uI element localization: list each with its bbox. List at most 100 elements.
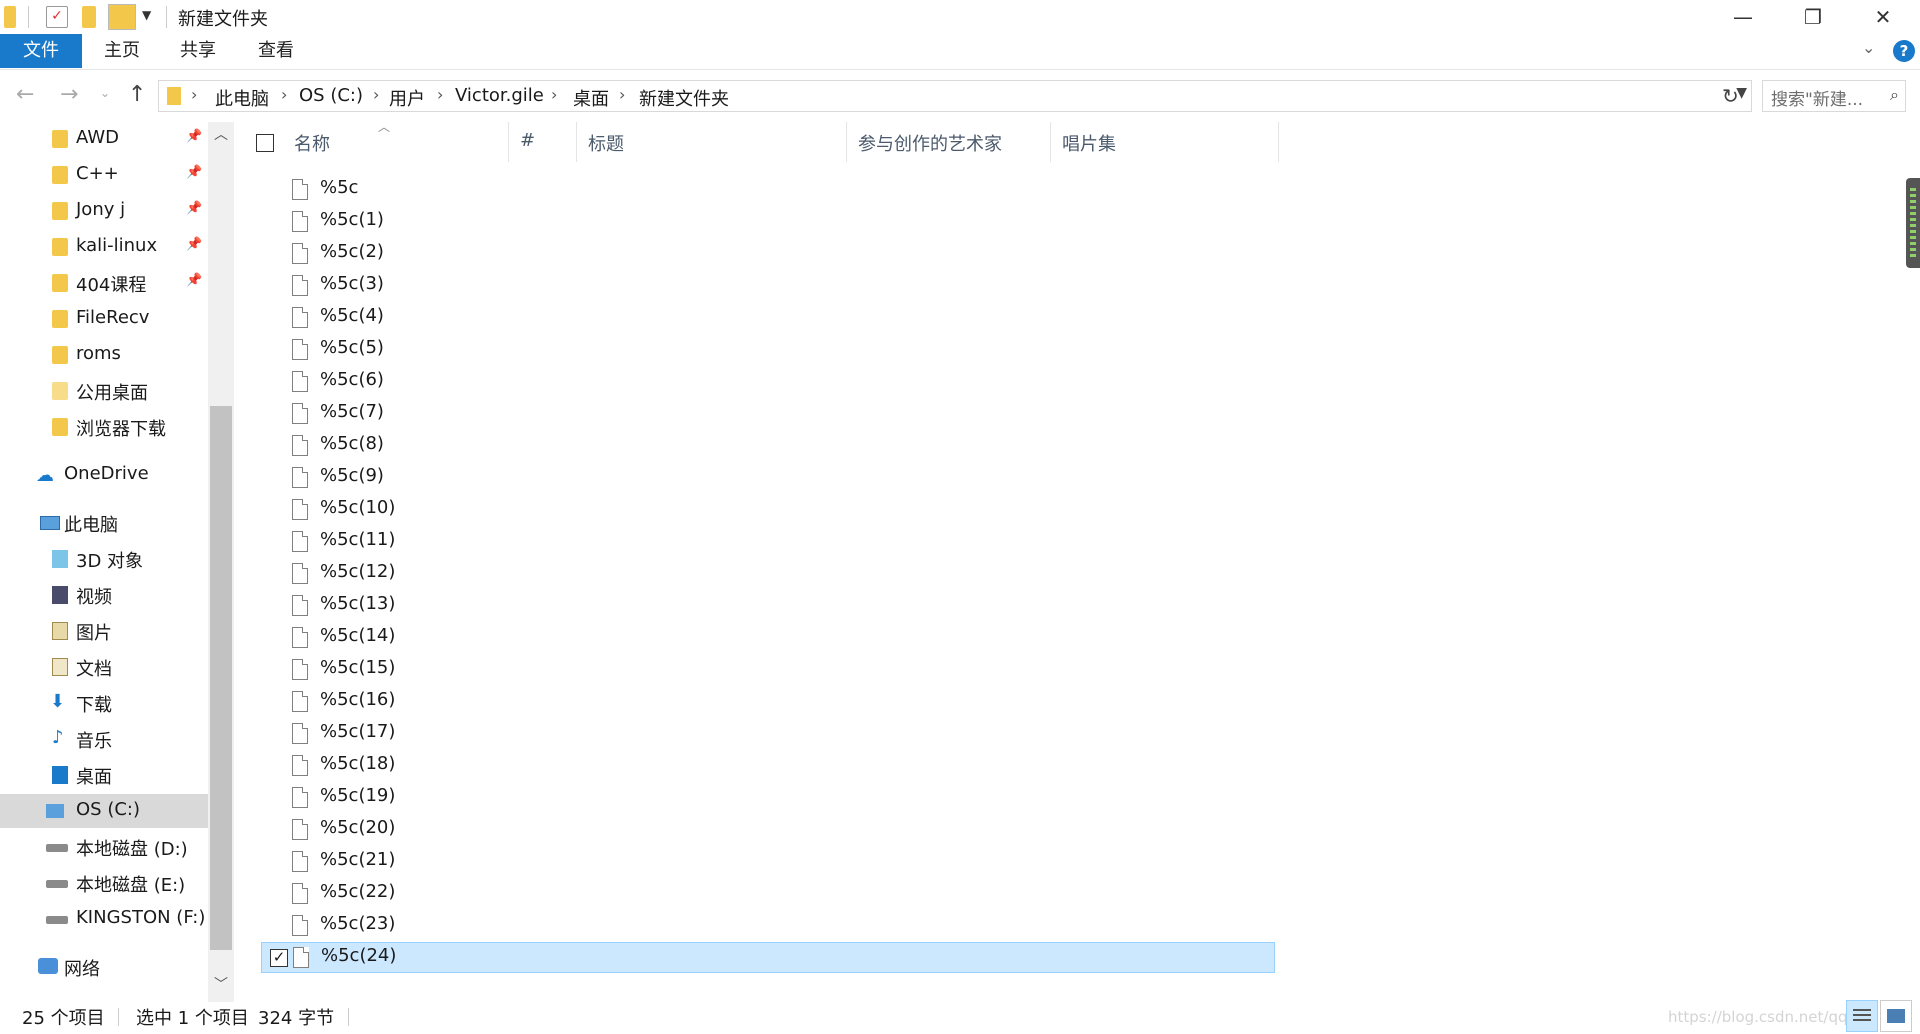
pin-icon[interactable]: 📌 (186, 201, 202, 216)
column-divider[interactable] (1278, 122, 1279, 162)
list-item[interactable]: %5c(9) (260, 462, 1274, 493)
column-divider[interactable] (576, 122, 577, 162)
recent-dropdown-icon[interactable]: ⌄ (100, 86, 110, 100)
quick-access-dropdown-icon[interactable]: ▼ (142, 8, 151, 22)
tab-view[interactable]: 查看 (250, 34, 302, 68)
sidebar-item-jony-j[interactable]: Jony j 📌 (0, 194, 208, 228)
list-item[interactable]: %5c(5) (260, 334, 1274, 365)
breadcrumb-drive[interactable]: OS (C:) (299, 85, 363, 106)
refresh-icon[interactable]: ↻ (1722, 84, 1739, 108)
list-item[interactable]: %5c(19) (260, 782, 1274, 813)
column-album[interactable]: 唱片集 (1062, 130, 1116, 156)
sidebar-item-drive-d[interactable]: 本地磁盘 (D:) (0, 830, 208, 864)
chevron-down-icon[interactable]: ⌄ (1862, 38, 1875, 57)
sidebar-item-this-pc[interactable]: 此电脑 (0, 506, 208, 540)
sidebar-item-videos[interactable]: 视频 (0, 578, 208, 612)
chevron-right-icon[interactable]: › (437, 85, 443, 104)
list-item[interactable]: %5c(11) (260, 526, 1274, 557)
breadcrumb-this-pc[interactable]: 此电脑 (215, 85, 269, 111)
list-item[interactable]: %5c(3) (260, 270, 1274, 301)
sidebar-item-browser-downloads[interactable]: 浏览器下载 (0, 410, 208, 444)
scroll-up-icon[interactable]: ︿ (214, 124, 228, 144)
list-item[interactable]: %5c(8) (260, 430, 1274, 461)
pin-icon[interactable]: 📌 (186, 273, 202, 288)
search-box[interactable]: 搜索"新建... ⌕ (1762, 80, 1906, 112)
content-scroll-indicator[interactable] (1906, 178, 1920, 268)
list-item[interactable]: %5c(15) (260, 654, 1274, 685)
tab-home[interactable]: 主页 (96, 34, 148, 68)
breadcrumb-current[interactable]: 新建文件夹 (639, 85, 729, 111)
pin-icon[interactable]: 📌 (186, 165, 202, 180)
breadcrumb-user[interactable]: Victor.gile (455, 85, 544, 106)
sidebar-item-onedrive[interactable]: ☁ OneDrive (0, 458, 208, 492)
breadcrumb-users[interactable]: 用户 (389, 85, 425, 111)
address-bar[interactable]: › 此电脑 › OS (C:) › 用户 › Victor.gile › 桌面 … (158, 80, 1752, 112)
details-view-button[interactable] (1846, 1000, 1878, 1032)
column-track-number[interactable]: # (520, 130, 535, 151)
search-placeholder[interactable]: 搜索"新建... (1771, 85, 1863, 110)
list-item[interactable]: %5c(12) (260, 558, 1274, 589)
column-divider[interactable] (1050, 122, 1051, 162)
list-item[interactable]: %5c(13) (260, 590, 1274, 621)
column-divider[interactable] (508, 122, 509, 162)
sidebar-item-drive-f[interactable]: KINGSTON (F:) (0, 902, 208, 936)
minimize-button[interactable]: — (1708, 0, 1778, 34)
restore-button[interactable]: ❐ (1778, 0, 1848, 34)
sidebar-item-3d-objects[interactable]: 3D 对象 (0, 542, 208, 576)
list-item[interactable]: %5c(20) (260, 814, 1274, 845)
list-item[interactable]: %5c(18) (260, 750, 1274, 781)
scroll-thumb[interactable] (210, 406, 232, 950)
list-item[interactable]: %5c(2) (260, 238, 1274, 269)
tab-file[interactable]: 文件 (0, 34, 82, 68)
sidebar-item-pictures[interactable]: 图片 (0, 614, 208, 648)
list-item[interactable]: %5c(21) (260, 846, 1274, 877)
list-item[interactable]: %5c(6) (260, 366, 1274, 397)
list-item[interactable]: %5c(7) (260, 398, 1274, 429)
sidebar-item-network[interactable]: 网络 (0, 950, 208, 984)
scroll-down-icon[interactable]: ﹀ (214, 974, 228, 994)
list-item[interactable]: %5c(17) (260, 718, 1274, 749)
tab-share[interactable]: 共享 (172, 34, 224, 68)
column-name[interactable]: 名称 (294, 130, 330, 156)
list-item[interactable]: %5c(14) (260, 622, 1274, 653)
sidebar-item-awd[interactable]: AWD 📌 (0, 122, 208, 156)
list-item-selected[interactable]: ✓ %5c(24) (261, 942, 1275, 973)
properties-icon[interactable]: ✓ (46, 6, 68, 28)
list-item[interactable]: %5c(22) (260, 878, 1274, 909)
sidebar-item-drive-e[interactable]: 本地磁盘 (E:) (0, 866, 208, 900)
row-checkbox-checked[interactable]: ✓ (270, 949, 288, 967)
list-item[interactable]: %5c(1) (260, 206, 1274, 237)
column-divider[interactable] (846, 122, 847, 162)
back-arrow-icon[interactable]: ← (16, 82, 34, 107)
list-item[interactable]: %5c(4) (260, 302, 1274, 333)
sidebar-item-downloads[interactable]: ⬇ 下载 (0, 686, 208, 720)
customize-icon[interactable] (108, 4, 136, 30)
sidebar-item-cpp[interactable]: C++ 📌 (0, 158, 208, 192)
sidebar-item-kali-linux[interactable]: kali-linux 📌 (0, 230, 208, 264)
column-title[interactable]: 标题 (588, 130, 624, 156)
list-item[interactable]: %5c (260, 174, 1274, 205)
chevron-right-icon[interactable]: › (373, 85, 379, 104)
new-folder-icon[interactable] (82, 6, 96, 28)
up-arrow-icon[interactable]: ↑ (128, 82, 146, 107)
sidebar-item-desktop[interactable]: 桌面 (0, 758, 208, 792)
sidebar-item-drive-c[interactable]: OS (C:) (0, 794, 208, 828)
list-item[interactable]: %5c(10) (260, 494, 1274, 525)
sidebar-item-public-desktop[interactable]: 公用桌面 (0, 374, 208, 408)
sidebar-scrollbar[interactable]: ︿ ﹀ (208, 122, 234, 1002)
list-item[interactable]: %5c(23) (260, 910, 1274, 941)
column-artist[interactable]: 参与创作的艺术家 (858, 130, 1002, 156)
help-icon[interactable]: ? (1893, 40, 1915, 62)
chevron-right-icon[interactable]: › (551, 85, 557, 104)
close-button[interactable]: ✕ (1848, 0, 1918, 34)
forward-arrow-icon[interactable]: → (60, 82, 78, 107)
pin-icon[interactable]: 📌 (186, 237, 202, 252)
select-all-checkbox[interactable] (256, 134, 274, 152)
breadcrumb-desktop[interactable]: 桌面 (573, 85, 609, 111)
sidebar-item-music[interactable]: ♪ 音乐 (0, 722, 208, 756)
sidebar-item-documents[interactable]: 文档 (0, 650, 208, 684)
sidebar-item-404[interactable]: 404课程 📌 (0, 266, 208, 300)
chevron-right-icon[interactable]: › (619, 85, 625, 104)
search-icon[interactable]: ⌕ (1890, 85, 1899, 105)
large-icons-view-button[interactable] (1880, 1000, 1912, 1032)
